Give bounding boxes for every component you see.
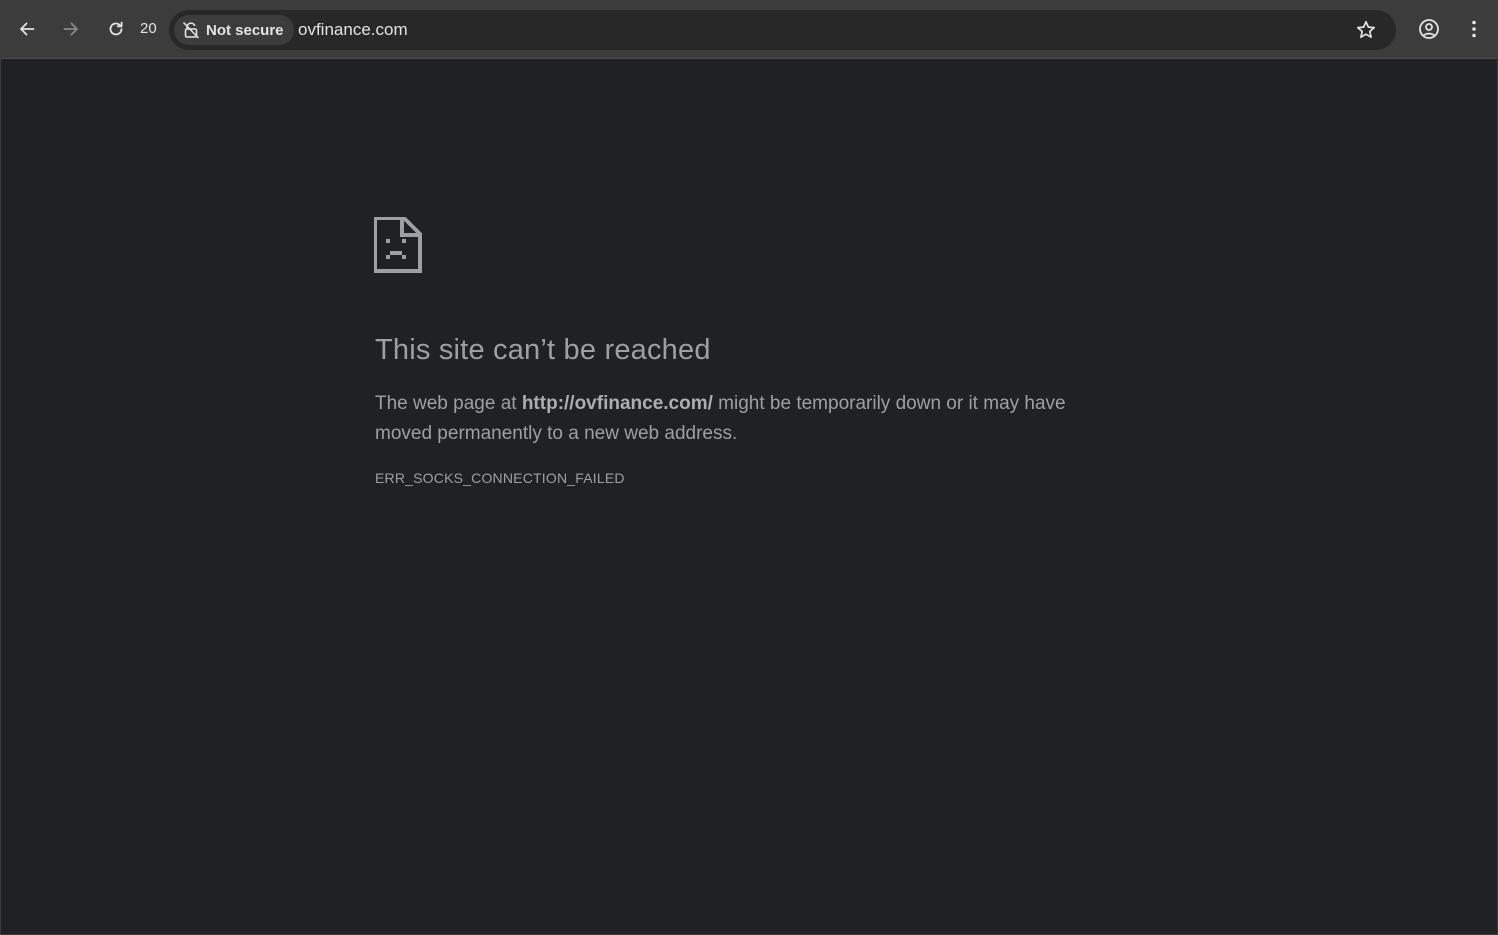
error-page: This site can’t be reached The web page … — [1, 59, 1497, 934]
address-bar[interactable]: Not secure ovfinance.com — [169, 10, 1396, 50]
back-arrow-icon — [20, 22, 35, 36]
reload-icon — [109, 21, 123, 36]
not-secure-icon — [183, 22, 199, 39]
not-secure-label: Not secure — [206, 21, 284, 39]
kebab-menu-icon — [1472, 20, 1476, 38]
sad-page-icon — [374, 217, 422, 273]
forward-button[interactable] — [53, 11, 89, 47]
reload-button[interactable] — [98, 11, 134, 47]
error-description: The web page at http://ovfinance.com/ mi… — [375, 389, 1095, 449]
error-desc-url: http://ovfinance.com/ — [521, 393, 713, 414]
browser-toolbar: 20 Not secure ovfinance.com — [1, 1, 1497, 59]
browser-window: 20 Not secure ovfinance.com This site ca… — [0, 0, 1498, 935]
menu-button[interactable] — [1456, 11, 1492, 47]
error-code: ERR_SOCKS_CONNECTION_FAILED — [375, 470, 625, 486]
site-info-chip[interactable]: Not secure — [174, 15, 294, 45]
profile-icon — [1419, 19, 1439, 39]
error-desc-prefix: The web page at — [375, 393, 522, 414]
url-text[interactable]: ovfinance.com — [298, 20, 408, 40]
profile-button[interactable] — [1411, 11, 1447, 47]
star-icon — [1356, 20, 1376, 39]
forward-arrow-icon — [63, 22, 78, 36]
error-title: This site can’t be reached — [375, 334, 711, 366]
bookmark-button[interactable] — [1348, 12, 1384, 48]
reload-count: 20 — [140, 20, 157, 37]
back-button[interactable] — [9, 11, 45, 47]
